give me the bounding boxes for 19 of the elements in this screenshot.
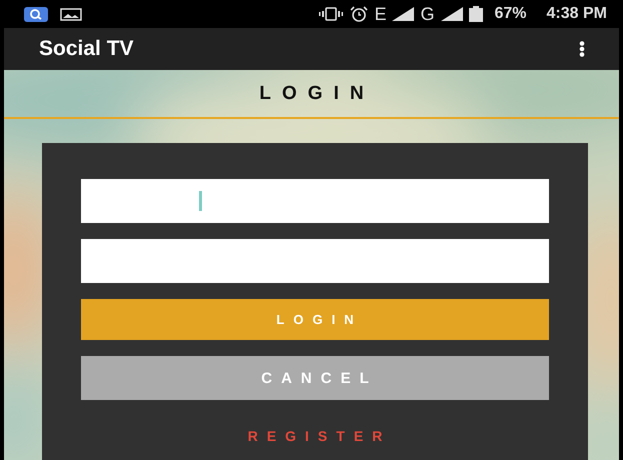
menu-icon[interactable] [579, 41, 585, 57]
input-field[interactable] [81, 179, 549, 223]
battery-percentage: 67% [494, 5, 527, 23]
network-type: E [374, 5, 386, 23]
app-title: Social TV [39, 37, 134, 61]
battery-icon [468, 6, 482, 22]
alarm-icon [350, 6, 368, 22]
cancel-button[interactable]: CANCEL [81, 356, 549, 400]
login-button[interactable]: LOGIN [81, 299, 549, 340]
input-field[interactable] [81, 239, 549, 283]
signal-icon [440, 7, 462, 21]
network-type: G [420, 5, 434, 23]
image-icon [60, 8, 82, 20]
clock-time: 4:38 PM [546, 5, 607, 23]
search-icon [24, 6, 48, 22]
vibrate-icon [318, 7, 344, 21]
signal-icon [392, 7, 414, 21]
page-title: LOGIN [259, 82, 375, 104]
register-link[interactable]: REGISTER [238, 428, 392, 444]
